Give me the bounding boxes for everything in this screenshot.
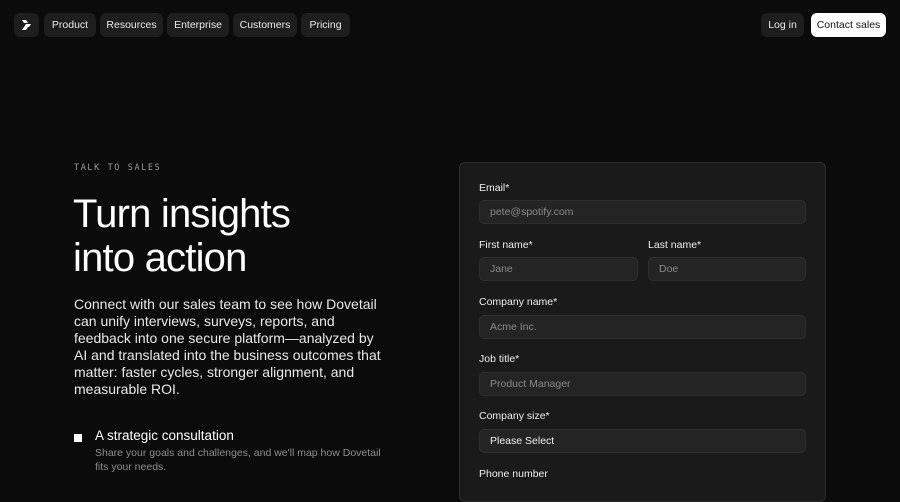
job-title-label: Job title* [479, 353, 520, 365]
company-name-field[interactable]: Acme Inc. [479, 315, 806, 339]
bullet-description: Share your goals and challenges, and we'… [95, 447, 381, 473]
nav-enterprise[interactable]: Enterprise [167, 13, 229, 37]
title-line-1: Turn insights [73, 192, 291, 236]
contact-sales-button[interactable]: Contact sales [811, 13, 886, 37]
nav-resources[interactable]: Resources [100, 13, 163, 37]
logo-button[interactable] [14, 13, 39, 37]
last-name-label: Last name* [648, 239, 702, 251]
dovetail-logo-icon [21, 20, 31, 30]
bullet-square-icon [74, 434, 82, 442]
nav-pricing[interactable]: Pricing [301, 13, 350, 37]
company-size-select[interactable]: Please Select [479, 429, 806, 453]
company-size-label: Company size* [479, 410, 550, 422]
company-name-label: Company name* [479, 296, 558, 308]
last-name-field[interactable]: Doe [648, 257, 806, 281]
page-title: Turn insights into action [73, 192, 291, 280]
phone-label: Phone number [479, 468, 548, 480]
lead-paragraph: Connect with our sales team to see how D… [74, 296, 381, 397]
bullet-title: A strategic consultation [95, 428, 234, 443]
email-field[interactable]: pete@spotify.com [479, 200, 806, 224]
first-name-label: First name* [479, 239, 533, 251]
email-label: Email* [479, 182, 510, 194]
nav-product[interactable]: Product [44, 13, 96, 37]
login-button[interactable]: Log in [761, 13, 804, 37]
eyebrow: TALK TO SALES [74, 163, 162, 173]
title-line-2: into action [73, 236, 247, 280]
job-title-field[interactable]: Product Manager [479, 372, 806, 396]
first-name-field[interactable]: Jane [479, 257, 638, 281]
nav-customers[interactable]: Customers [233, 13, 297, 37]
